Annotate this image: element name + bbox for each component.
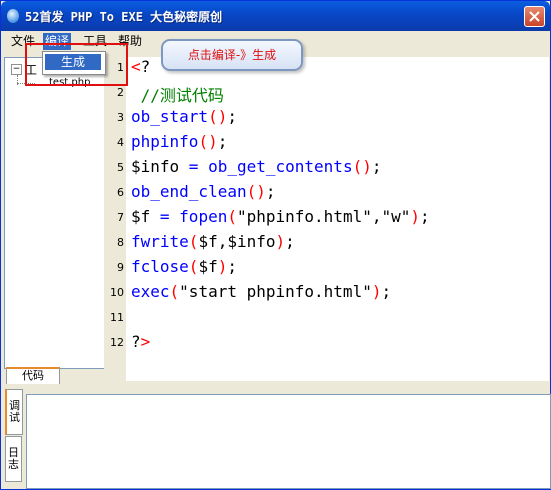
window-title: 52首发 PHP To EXE 大色秘密原创: [25, 10, 223, 24]
title-bar[interactable]: 52首发 PHP To EXE 大色秘密原创: [1, 1, 550, 31]
menu-file[interactable]: 文件: [9, 33, 37, 50]
compile-dropdown: 生成: [42, 51, 106, 75]
annotation-text: 点击编译-》生成: [187, 48, 277, 62]
code-line: $info = ob_get_contents();: [131, 157, 381, 176]
code-token: ?: [140, 57, 151, 76]
code-token: =: [150, 207, 180, 226]
line-number: 12: [110, 336, 124, 349]
line-number: 2: [117, 86, 124, 99]
code-token: ;: [217, 132, 228, 151]
code-token: <: [131, 57, 141, 76]
menu-help[interactable]: 帮助: [116, 33, 144, 50]
tab-code[interactable]: 代码: [6, 367, 60, 384]
code-line: exec("start phpinfo.html");: [131, 282, 391, 301]
line-number: 6: [117, 186, 124, 199]
code-token: $f,$info: [198, 232, 276, 251]
code-token: (: [169, 282, 180, 301]
code-token: (: [188, 232, 199, 251]
line-number: 10: [110, 286, 124, 299]
tree-root-label[interactable]: 工: [25, 61, 37, 78]
close-icon: [529, 11, 540, 22]
code-token: =: [179, 157, 209, 176]
line-number: 5: [117, 161, 124, 174]
code-token: (: [188, 257, 199, 276]
tab-log-label: 日志: [8, 446, 19, 471]
code-token: fwrite: [131, 232, 189, 251]
code-token: ;: [285, 232, 295, 251]
code-token: (): [352, 157, 372, 176]
tree-file-item[interactable]: test.php: [49, 77, 90, 88]
line-number: 3: [117, 111, 124, 124]
code-token: phpinfo: [131, 132, 199, 151]
code-token: (): [246, 182, 266, 201]
code-token: ob_get_contents: [208, 157, 353, 176]
code-token: ;: [227, 107, 237, 126]
line-number: 8: [117, 236, 124, 249]
code-token: ;: [265, 182, 276, 201]
code-token: $info: [131, 157, 180, 176]
code-token: (): [198, 132, 218, 151]
code-token: >: [140, 332, 151, 351]
code-line: ob_start();: [131, 107, 237, 126]
code-token: ob_start: [131, 107, 209, 126]
code-line: <?: [131, 57, 150, 76]
line-number: 4: [117, 136, 124, 149]
line-number: 1: [117, 61, 124, 74]
code-token: ;: [420, 207, 430, 226]
code-token: "start phpinfo.html": [179, 282, 372, 301]
tab-debug-label: 调试: [9, 399, 20, 424]
line-number: 9: [117, 261, 124, 274]
code-line: ?>: [131, 332, 150, 351]
menu-compile[interactable]: 编译: [43, 33, 72, 50]
code-line: phpinfo();: [131, 132, 227, 151]
code-token: ob_end_clean: [131, 182, 247, 201]
code-token: (: [227, 207, 237, 226]
code-token: ?: [131, 332, 141, 351]
app-icon: [7, 9, 19, 23]
code-token: ): [217, 257, 228, 276]
code-token: $f: [198, 257, 218, 276]
code-token: ;: [227, 257, 237, 276]
code-token: ;: [381, 282, 392, 301]
tree-connector: [17, 83, 35, 85]
code-line: ob_end_clean();: [131, 182, 276, 201]
code-token: fclose: [131, 257, 189, 276]
line-number: 11: [110, 311, 124, 324]
code-token: ;: [371, 157, 382, 176]
menu-item-build[interactable]: 生成: [45, 54, 101, 70]
code-token: ): [275, 232, 286, 251]
project-tree: − 工 test.php: [4, 57, 105, 369]
code-line: fclose($f);: [131, 257, 237, 276]
output-panel[interactable]: [26, 394, 551, 489]
tab-debug[interactable]: 调试: [5, 389, 23, 435]
code-token: $f: [131, 207, 151, 226]
code-token: //测试代码: [131, 86, 224, 105]
close-button[interactable]: [524, 6, 545, 27]
code-editor[interactable]: 1 <? 2 //测试代码 3 ob_start(); 4 phpinfo(); 5 $info…: [104, 57, 549, 381]
app-window: 52首发 PHP To EXE 大色秘密原创 文件 编译 工具 帮助 生成 点击…: [0, 0, 551, 490]
code-line: $f = fopen("phpinfo.html","w");: [131, 207, 430, 226]
tree-collapse-toggle[interactable]: −: [11, 64, 22, 75]
tab-log[interactable]: 日志: [5, 436, 22, 482]
code-line: //测试代码: [131, 82, 224, 106]
code-token: "phpinfo.html","w": [236, 207, 411, 226]
code-token: (): [208, 107, 228, 126]
line-number: 7: [117, 211, 124, 224]
code-token: exec: [131, 282, 170, 301]
annotation-callout: 点击编译-》生成: [161, 39, 303, 71]
code-line: fwrite($f,$info);: [131, 232, 295, 251]
code-token: ): [410, 207, 421, 226]
menu-tools[interactable]: 工具: [81, 33, 109, 50]
code-token: fopen: [179, 207, 228, 226]
